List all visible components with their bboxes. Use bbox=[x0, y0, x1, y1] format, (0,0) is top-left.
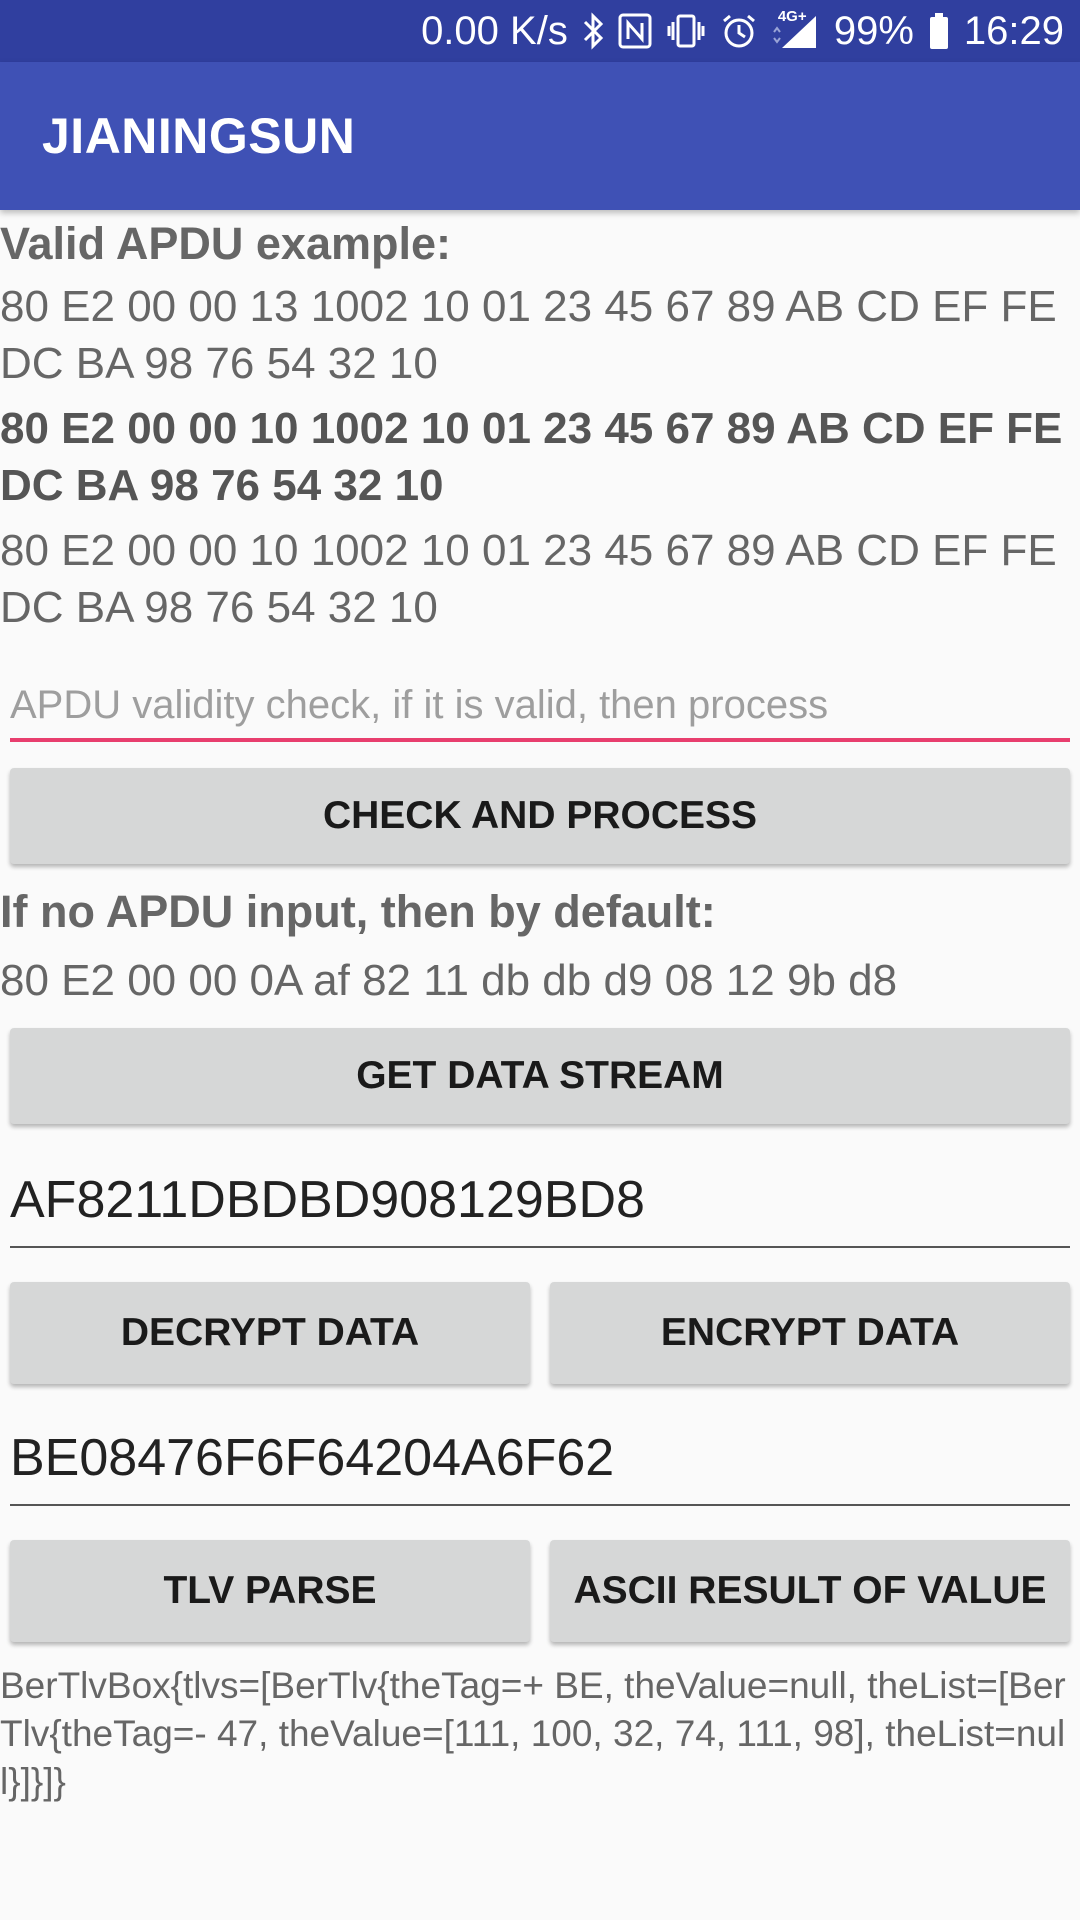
nfc-icon bbox=[618, 13, 652, 49]
alarm-icon bbox=[720, 12, 758, 50]
check-and-process-button[interactable]: CHECK AND PROCESS bbox=[10, 768, 1070, 864]
clock-time: 16:29 bbox=[963, 9, 1064, 53]
app-bar: JIANINGSUN bbox=[0, 62, 1080, 210]
data-stream-value: AF8211DBDBD908129BD8 bbox=[10, 1171, 645, 1229]
network-type: 4G+ bbox=[777, 8, 807, 25]
get-data-stream-button[interactable]: GET DATA STREAM bbox=[10, 1028, 1070, 1124]
battery-percent: 99% bbox=[833, 9, 914, 53]
vibrate-icon bbox=[666, 13, 706, 49]
ascii-result-button[interactable]: ASCII RESULT OF VALUE bbox=[550, 1540, 1070, 1642]
encrypt-data-button[interactable]: ENCRYPT DATA bbox=[550, 1282, 1070, 1384]
data-stream-field[interactable]: AF8211DBDBD908129BD8 bbox=[10, 1160, 1070, 1250]
tlv-data-value: BE08476F6F64204A6F62 bbox=[10, 1429, 615, 1487]
network-speed: 0.00 K/s bbox=[421, 9, 568, 53]
status-icons: 0.00 K/s 4G+ 99% 16:29 bbox=[421, 0, 1064, 62]
apdu-input[interactable]: APDU validity check, if it is valid, the… bbox=[10, 670, 1070, 742]
signal-icon: 4G+ bbox=[772, 8, 820, 50]
valid-apdu-heading: Valid APDU example: bbox=[0, 218, 451, 269]
battery-icon bbox=[928, 12, 950, 50]
tlv-parse-button[interactable]: TLV PARSE bbox=[10, 1540, 530, 1642]
bluetooth-icon bbox=[582, 12, 604, 50]
data-stream-underline bbox=[10, 1246, 1070, 1248]
default-apdu-heading: If no APDU input, then by default: bbox=[0, 886, 716, 937]
status-bar: 0.00 K/s 4G+ 99% 16:29 bbox=[0, 0, 1080, 62]
decrypt-data-button[interactable]: DECRYPT DATA bbox=[10, 1282, 530, 1384]
tlv-data-underline bbox=[10, 1504, 1070, 1506]
apdu-input-placeholder: APDU validity check, if it is valid, the… bbox=[10, 683, 829, 727]
app-title: JIANINGSUN bbox=[42, 108, 356, 164]
apdu-example-1: 80 E2 00 00 13 1002 10 01 23 45 67 89 AB… bbox=[0, 282, 1057, 388]
tlv-data-field[interactable]: BE08476F6F64204A6F62 bbox=[10, 1418, 1070, 1508]
apdu-example-2: 80 E2 00 00 10 1002 10 01 23 45 67 89 AB… bbox=[0, 404, 1063, 510]
apdu-example-3: 80 E2 00 00 10 1002 10 01 23 45 67 89 AB… bbox=[0, 526, 1057, 632]
apdu-input-underline bbox=[10, 738, 1070, 742]
tlv-result-text: BerTlvBox{tlvs=[BerTlv{theTag=+ BE, theV… bbox=[0, 1665, 1066, 1802]
default-apdu-value: 80 E2 00 00 0A af 82 11 db db d9 08 12 9… bbox=[0, 956, 898, 1005]
